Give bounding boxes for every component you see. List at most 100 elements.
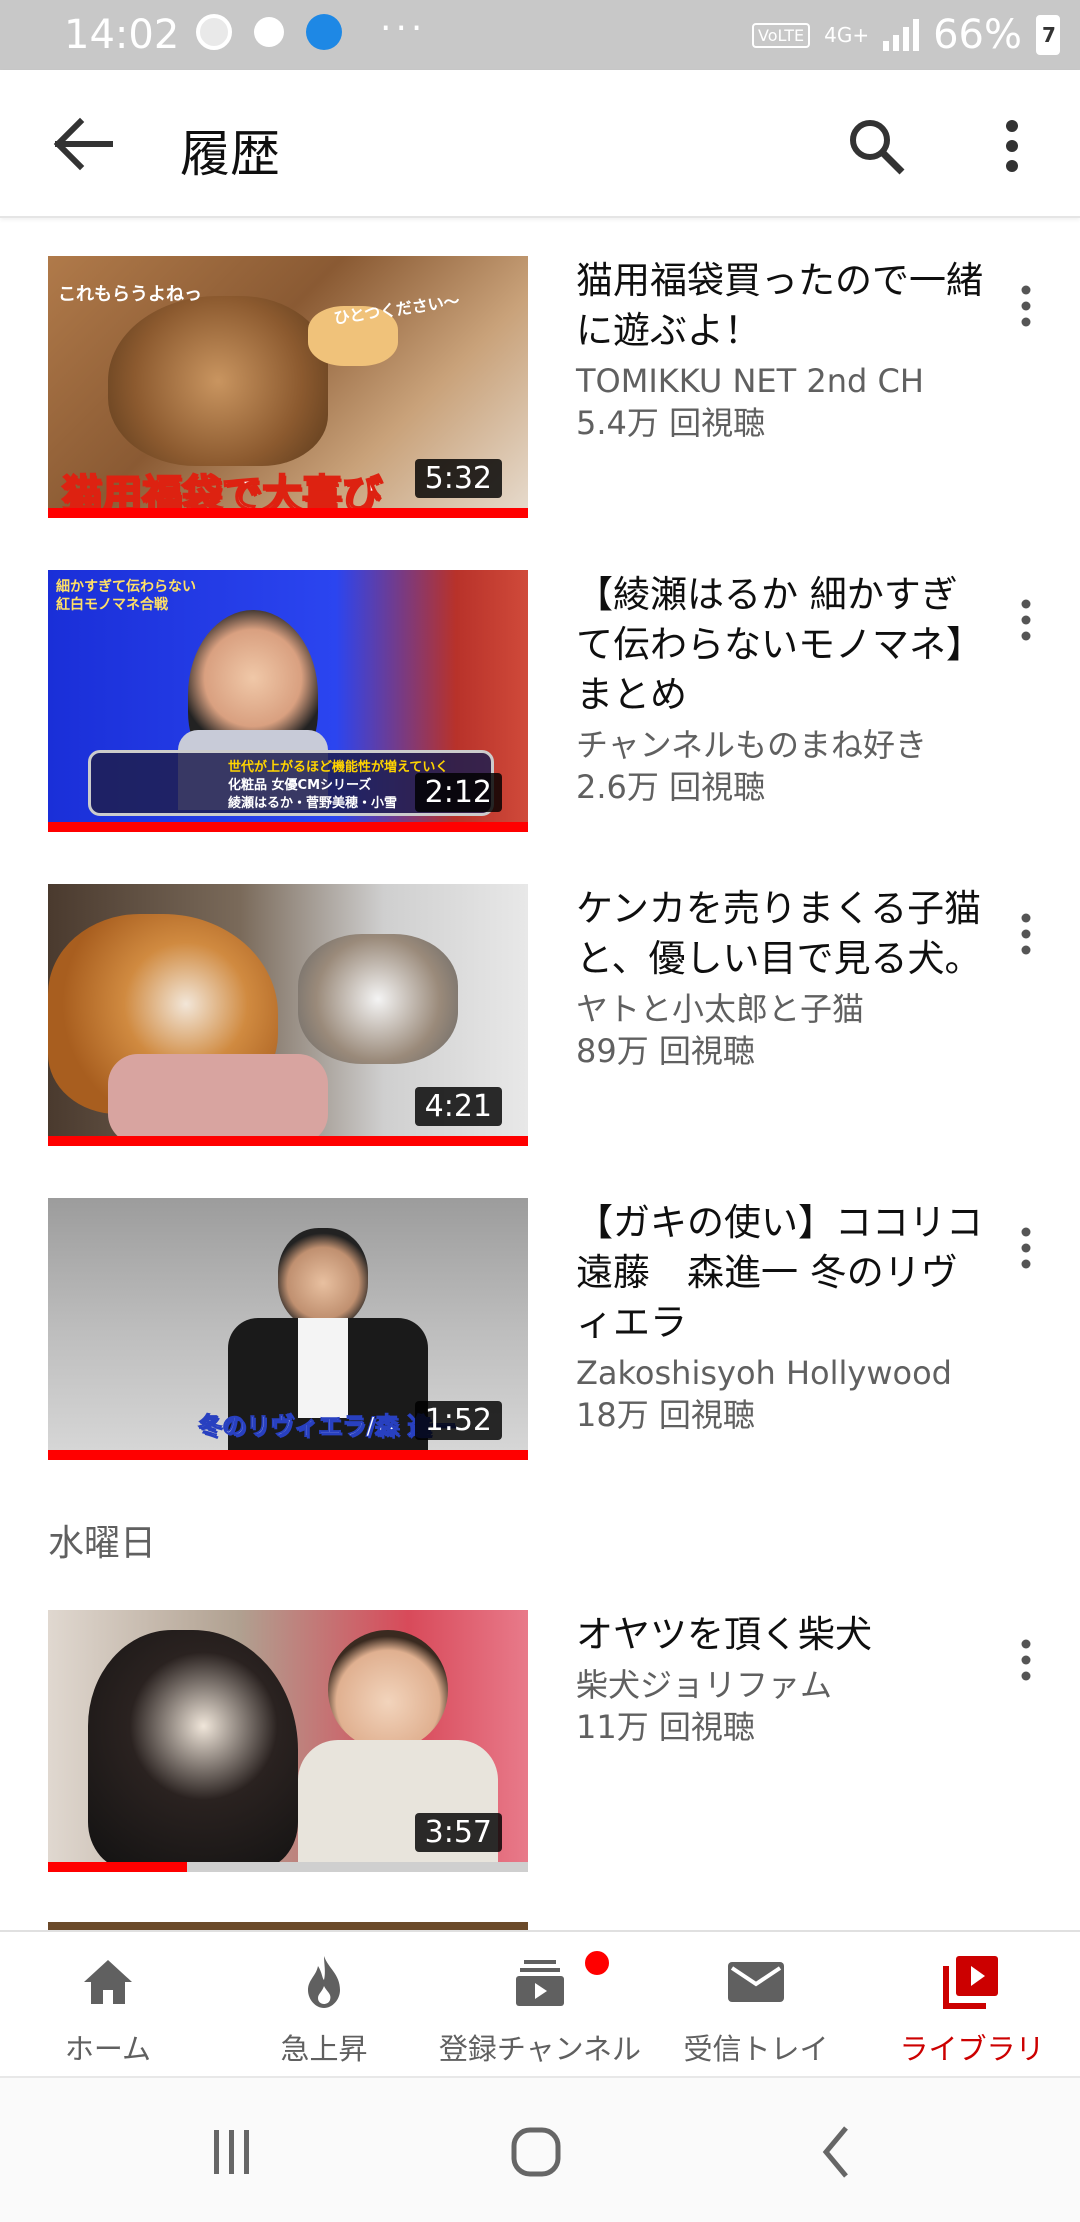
nav-label: 急上昇	[280, 2032, 368, 2066]
nav-label: ホーム	[64, 2032, 152, 2066]
watch-progress-fill	[48, 822, 528, 832]
video-menu-icon[interactable]	[1010, 590, 1042, 650]
inbox-mail-icon	[728, 1962, 784, 2002]
video-duration: 2:12	[414, 773, 502, 812]
system-navigation-bar	[0, 2076, 1080, 2222]
video-thumbnail[interactable]: 3:57	[48, 1610, 528, 1872]
network-type-indicator: 4G+	[824, 23, 870, 47]
channel-name: TOMIKKU NET 2nd CH	[576, 362, 924, 400]
globe-app-icon	[306, 14, 342, 50]
library-play-icon	[943, 1956, 998, 2009]
video-info[interactable]: ケンカを売りまくる子猫と、優しい目で見る犬。 ヤトと小太郎と子猫 89万 回視聴	[576, 884, 986, 1072]
person-head	[278, 1228, 368, 1328]
video-title[interactable]: 猫用福袋買ったので一緒に遊ぶよ！	[576, 256, 986, 356]
subscriptions-icon	[516, 1960, 564, 2006]
recents-icon[interactable]	[202, 2122, 262, 2182]
child-head	[328, 1630, 448, 1750]
watch-progress-track	[48, 1136, 528, 1146]
video-menu-icon[interactable]	[1010, 1218, 1042, 1278]
video-title[interactable]: オヤツを頂く柴犬	[576, 1610, 986, 1660]
nav-subscriptions[interactable]: 登録チャンネル	[432, 1932, 648, 2078]
shirt-shape	[298, 1318, 348, 1418]
bottom-navigation: ホーム 急上昇 登録チャンネル 受信トレイ ライブラリ	[0, 1930, 1080, 2078]
thumb-caption-small: 紅白モノマネ合戦	[56, 597, 168, 613]
video-duration: 3:57	[414, 1813, 502, 1852]
page-title: 履歴	[180, 125, 280, 183]
watch-progress-fill	[48, 1450, 528, 1460]
more-vert-icon[interactable]	[990, 114, 1034, 178]
search-icon[interactable]	[844, 114, 908, 178]
notification-badge	[582, 1948, 612, 1978]
nav-library[interactable]: ライブラリ	[864, 1932, 1080, 2078]
video-thumbnail[interactable]: 細かすぎて伝わらない 紅白モノマネ合戦 世代が上がるほど機能性が増えていく 化粧…	[48, 570, 528, 832]
battery-level: 7	[1042, 23, 1056, 47]
date-section-header: 水曜日	[48, 1523, 157, 1564]
channel-name: チャンネルものまね好き	[576, 726, 928, 764]
watch-progress-track	[48, 508, 528, 518]
app-bar: 履歴	[0, 70, 1080, 218]
video-duration: 4:21	[414, 1087, 502, 1126]
blanket-shape	[108, 1054, 328, 1144]
watch-progress-track	[48, 1450, 528, 1460]
battery-percent: 66%	[933, 12, 1022, 58]
video-menu-icon[interactable]	[1010, 1630, 1042, 1690]
video-item[interactable]: 4:21 ケンカを売りまくる子猫と、優しい目で見る犬。 ヤトと小太郎と子猫 89…	[0, 884, 1080, 1164]
video-info[interactable]: 【綾瀬はるか 細かすぎて伝わらないモノマネ】まとめ チャンネルものまね好き 2.…	[576, 570, 986, 808]
thumb-caption-small: 綾瀬はるか・菅野美穂・小雪	[228, 796, 398, 811]
nav-home[interactable]: ホーム	[0, 1932, 216, 2078]
video-title[interactable]: 【ガキの使い】ココリコ遠藤 森進一 冬のリヴィエラ	[576, 1198, 986, 1348]
chrome-icon	[196, 14, 232, 50]
trending-flame-icon	[308, 1956, 340, 2008]
watch-progress-fill	[48, 1862, 188, 1872]
thumb-caption-small: 細かすぎて伝わらない	[56, 579, 196, 595]
video-title[interactable]: ケンカを売りまくる子猫と、優しい目で見る犬。	[576, 884, 986, 984]
thumb-caption-small: これもらうよねっ	[58, 284, 202, 305]
view-count: 11万 回視聴	[576, 1708, 755, 1746]
view-count: 2.6万 回視聴	[576, 768, 766, 806]
video-item[interactable]: 細かすぎて伝わらない 紅白モノマネ合戦 世代が上がるほど機能性が増えていく 化粧…	[0, 570, 1080, 850]
video-menu-icon[interactable]	[1010, 904, 1042, 964]
battery-icon: 7	[1036, 15, 1060, 55]
back-chevron-icon[interactable]	[808, 2122, 868, 2182]
next-video-thumbnail-peek[interactable]	[48, 1922, 528, 1930]
video-info[interactable]: 猫用福袋買ったので一緒に遊ぶよ！ TOMIKKU NET 2nd CH 5.4万…	[576, 256, 986, 444]
more-notifications-indicator: ···	[380, 8, 427, 49]
watch-progress-track	[48, 822, 528, 832]
volte-indicator: VoLTE	[752, 22, 811, 48]
thumb-caption-small: 世代が上がるほど機能性が増えていく	[228, 760, 449, 775]
video-thumbnail[interactable]: 冬のリヴィエラ/森 進一 1:52	[48, 1198, 528, 1460]
kitten-shape	[298, 934, 458, 1064]
video-item[interactable]: 冬のリヴィエラ/森 進一 1:52 【ガキの使い】ココリコ遠藤 森進一 冬のリヴ…	[0, 1198, 1080, 1478]
nav-label: 登録チャンネル	[438, 2032, 642, 2066]
video-thumbnail[interactable]: 4:21	[48, 884, 528, 1146]
signal-icon	[883, 19, 920, 51]
nav-label: 受信トレイ	[683, 2032, 829, 2066]
video-info[interactable]: オヤツを頂く柴犬 柴犬ジョリファム 11万 回視聴	[576, 1610, 986, 1748]
video-item[interactable]: これもらうよねっ ひとつください〜 猫用福袋で大喜び 5:32 猫用福袋買ったの…	[0, 256, 1080, 536]
view-count: 18万 回視聴	[576, 1396, 755, 1434]
view-count: 89万 回視聴	[576, 1032, 755, 1070]
status-time: 14:02	[64, 12, 180, 58]
home-circle-icon[interactable]	[506, 2122, 566, 2182]
nav-label: ライブラリ	[899, 2032, 1045, 2066]
video-title[interactable]: 【綾瀬はるか 細かすぎて伝わらないモノマネ】まとめ	[576, 570, 986, 720]
home-icon	[84, 1960, 132, 2004]
video-item[interactable]: 3:57 オヤツを頂く柴犬 柴犬ジョリファム 11万 回視聴	[0, 1610, 1080, 1890]
video-menu-icon[interactable]	[1010, 276, 1042, 336]
video-duration: 5:32	[414, 459, 502, 498]
nav-trending[interactable]: 急上昇	[216, 1932, 432, 2078]
watch-progress-fill	[48, 1136, 528, 1146]
dog-shape	[88, 1630, 298, 1870]
video-duration: 1:52	[414, 1401, 502, 1440]
nav-inbox[interactable]: 受信トレイ	[648, 1932, 864, 2078]
bot-icon	[254, 17, 284, 47]
channel-name: ヤトと小太郎と子猫	[576, 990, 865, 1028]
watch-progress-fill	[48, 508, 528, 518]
video-thumbnail[interactable]: これもらうよねっ ひとつください〜 猫用福袋で大喜び 5:32	[48, 256, 528, 518]
channel-name: 柴犬ジョリファム	[576, 1666, 833, 1704]
back-arrow-icon[interactable]	[50, 114, 120, 174]
channel-name: Zakoshisyoh Hollywood	[576, 1354, 952, 1392]
thumb-caption-small: 化粧品 女優CMシリーズ	[228, 778, 372, 793]
video-info[interactable]: 【ガキの使い】ココリコ遠藤 森進一 冬のリヴィエラ Zakoshisyoh Ho…	[576, 1198, 986, 1436]
cat-shape	[108, 296, 328, 466]
